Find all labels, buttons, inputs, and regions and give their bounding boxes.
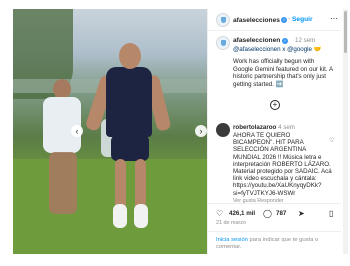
post-side-panel: afaselecciones ✓ · Seguir ⋯ afaseleccion… xyxy=(207,9,341,254)
chevron-right-icon[interactable]: › xyxy=(195,125,207,137)
caption-mentions: @afaseleccionen x @google 🤝 xyxy=(233,45,321,53)
post-photo xyxy=(13,9,207,254)
comment-icon[interactable]: ◯ xyxy=(263,209,272,218)
verified-icon: ✓ xyxy=(281,17,287,23)
verified-icon: ✓ xyxy=(282,38,288,44)
caption-time[interactable]: 12 sem xyxy=(295,37,315,44)
comment-header: robertolazaroo 4 sem xyxy=(233,124,295,131)
share-icon[interactable]: ➤ xyxy=(298,209,305,218)
post-header: afaselecciones ✓ · Seguir ⋯ xyxy=(208,9,341,31)
avatar[interactable] xyxy=(216,36,230,50)
player-main-sock-right xyxy=(134,204,148,228)
pitch-grass xyxy=(13,159,207,254)
avatar[interactable] xyxy=(216,123,230,137)
avatar[interactable] xyxy=(216,13,230,27)
mention-link[interactable]: @afaseleccionen x @google xyxy=(233,46,312,53)
likes-count[interactable]: 426,1 mil xyxy=(229,210,255,217)
handshake-emoji: 🤝 xyxy=(313,46,322,53)
player-left-legs xyxy=(49,152,77,214)
comments-count: 787 xyxy=(276,210,287,217)
login-footer: Inicia sesión para indicar que te gusta … xyxy=(208,231,341,254)
comment-time[interactable]: 4 sem xyxy=(278,124,295,131)
scrollbar[interactable] xyxy=(343,9,348,254)
comment-text: AHORA TE QUIERO BICAMPEON". HIT PARA SEL… xyxy=(233,132,332,197)
chevron-left-icon[interactable]: ‹ xyxy=(71,125,83,137)
post-date: 21 de marzo xyxy=(216,220,246,226)
comment-username[interactable]: robertolazaroo xyxy=(233,124,276,131)
separator-dot: · xyxy=(288,16,290,22)
caption-text: Work has officially begun with Google Ge… xyxy=(233,58,334,88)
player-main-shorts xyxy=(111,135,149,161)
player-main-sock-left xyxy=(113,204,127,228)
post-username[interactable]: afaselecciones xyxy=(233,17,280,24)
more-icon[interactable]: ⋯ xyxy=(330,14,338,23)
player-main-shirt xyxy=(106,67,152,137)
heart-icon[interactable]: ♡ xyxy=(216,209,223,218)
login-prompt: Inicia sesión para indicar que te gusta … xyxy=(216,237,336,251)
login-link[interactable]: Inicia sesión xyxy=(216,237,248,243)
player-left-head xyxy=(53,79,71,99)
post-actions: ♡ 426,1 mil ◯ 787 ➤ ▯ xyxy=(208,203,341,221)
player-main-head xyxy=(119,43,141,69)
follow-button[interactable]: Seguir xyxy=(292,16,313,23)
arrow-emoji: ➡️ xyxy=(275,80,284,88)
load-more-comments-icon[interactable]: + xyxy=(270,100,280,110)
caption-username[interactable]: afaseleccionen xyxy=(233,37,280,44)
comment-like-icon[interactable]: ♡ xyxy=(329,137,334,144)
bookmark-icon[interactable]: ▯ xyxy=(329,209,333,218)
scrollbar-thumb[interactable] xyxy=(344,11,347,53)
